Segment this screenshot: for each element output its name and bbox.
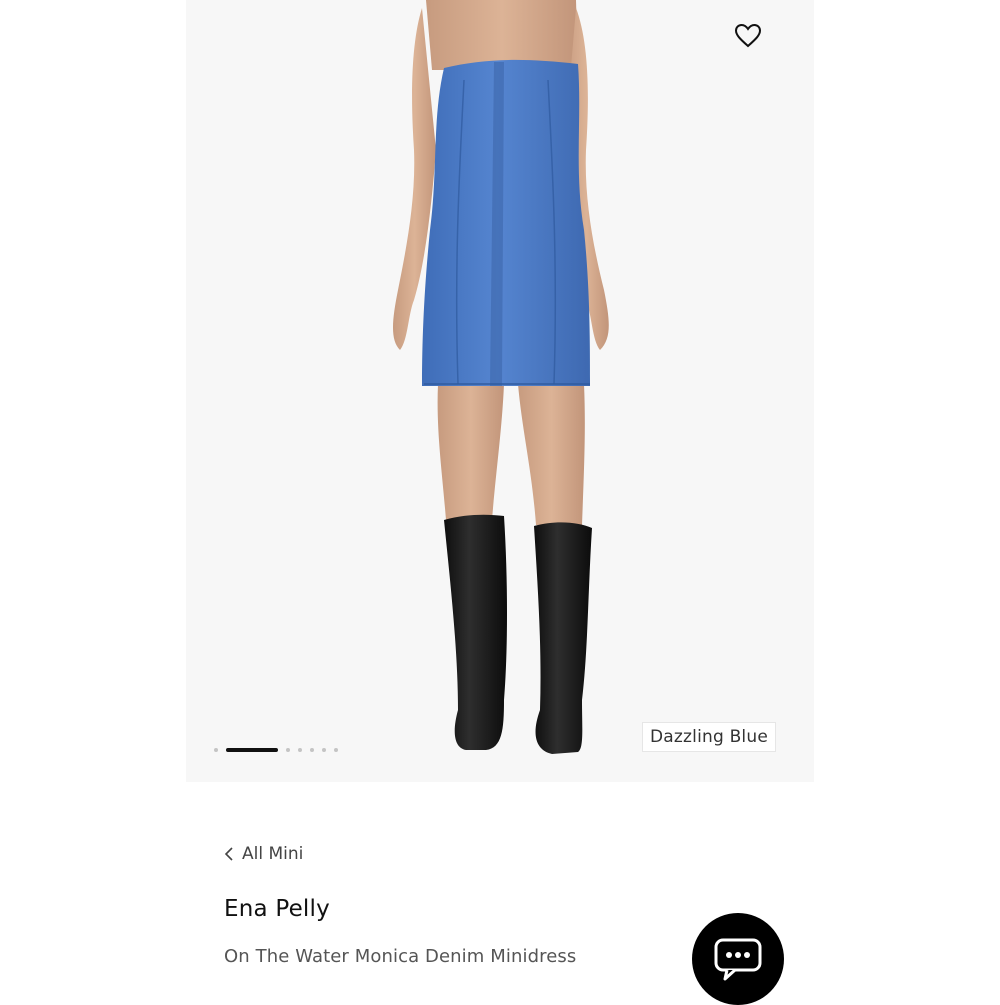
chat-button[interactable]	[692, 913, 784, 1005]
pagination-dot[interactable]	[310, 748, 314, 752]
pagination-dot[interactable]	[334, 748, 338, 752]
breadcrumb-label[interactable]: All Mini	[242, 844, 303, 864]
product-title: On The Water Monica Denim Minidress	[224, 946, 577, 967]
chevron-left-icon	[224, 847, 233, 861]
chat-bubble-icon	[714, 938, 762, 981]
product-image	[393, 0, 609, 754]
heart-outline-icon	[734, 23, 762, 48]
pagination-dot[interactable]	[322, 748, 326, 752]
breadcrumb[interactable]: All Mini	[224, 844, 303, 864]
pagination-dot[interactable]	[214, 748, 218, 752]
pagination-dot-active[interactable]	[226, 748, 278, 752]
product-image-gallery[interactable]: Dazzling Blue	[186, 0, 814, 782]
pagination-dot[interactable]	[298, 748, 302, 752]
product-brand[interactable]: Ena Pelly	[224, 896, 330, 922]
gallery-pagination[interactable]	[214, 748, 338, 752]
favorite-button[interactable]	[732, 20, 764, 52]
pagination-dot[interactable]	[286, 748, 290, 752]
color-label: Dazzling Blue	[642, 722, 776, 752]
